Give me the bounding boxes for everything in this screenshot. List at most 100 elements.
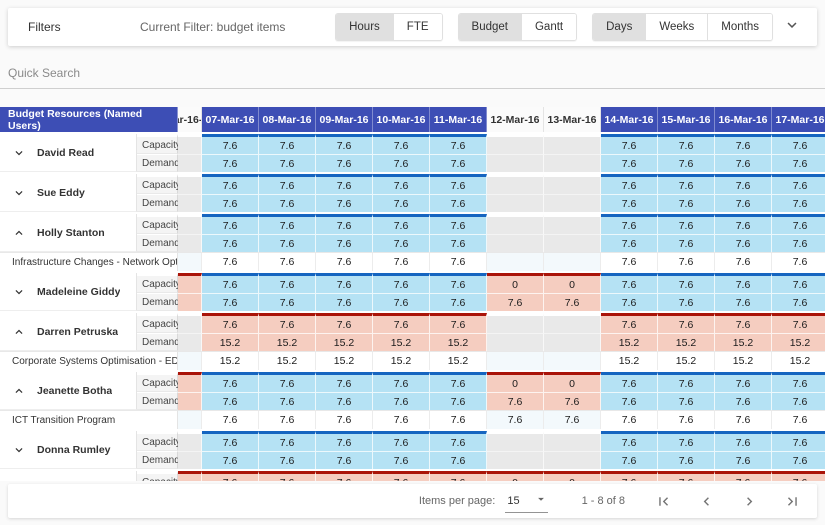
grid-cell: 7.6 bbox=[715, 431, 772, 451]
grid-cell: 7.6 bbox=[715, 372, 772, 392]
grid-cell: 7.6 bbox=[544, 392, 601, 410]
toggle-days[interactable]: Days bbox=[593, 14, 646, 40]
toggle-months[interactable]: Months bbox=[708, 14, 772, 40]
grid-cell: 7.6 bbox=[430, 392, 487, 410]
grid-cell bbox=[178, 293, 202, 311]
grid-cell: 7.6 bbox=[430, 214, 487, 234]
resource-data: Capacity7.67.67.67.67.67.67.67.67.6Deman… bbox=[137, 214, 825, 252]
grid-cell: 7.6 bbox=[715, 154, 772, 172]
grid-cell: 7.6 bbox=[772, 410, 825, 429]
resource-group-holly-stanton: Holly StantonCapacity7.67.67.67.67.67.67… bbox=[0, 214, 825, 252]
chevron-up-icon[interactable] bbox=[12, 384, 26, 398]
grid-cell: 7.6 bbox=[772, 134, 825, 154]
grid-cell: 7.6 bbox=[430, 431, 487, 451]
chevron-down-icon[interactable] bbox=[12, 285, 26, 299]
grid-cell bbox=[178, 451, 202, 469]
first-page-icon[interactable] bbox=[655, 493, 672, 510]
toggle-weeks[interactable]: Weeks bbox=[646, 14, 708, 40]
dropdown-arrow-icon bbox=[534, 492, 548, 511]
grid-cell bbox=[178, 471, 202, 481]
grid-cell: 15.2 bbox=[316, 351, 373, 370]
grid-cell: 7.6 bbox=[259, 174, 316, 194]
grid-cell: 7.6 bbox=[601, 471, 658, 481]
resource-group-darren-petruska: Darren PetruskaCapacity7.67.67.67.67.67.… bbox=[0, 313, 825, 351]
grid-cell bbox=[178, 134, 202, 154]
resource-row-holly-stanton[interactable]: Holly Stanton bbox=[0, 214, 137, 252]
previous-page-icon[interactable] bbox=[698, 493, 715, 510]
grid-cell: 7.6 bbox=[430, 234, 487, 252]
grid-cell bbox=[178, 154, 202, 172]
resource-row-donna-rumley[interactable]: Donna Rumley bbox=[0, 431, 137, 469]
grid-cell: 7.6 bbox=[601, 154, 658, 172]
grid-cell: 7.6 bbox=[772, 174, 825, 194]
last-page-icon[interactable] bbox=[784, 493, 801, 510]
resource-row-david-rich[interactable]: David Rich bbox=[0, 471, 137, 481]
grid-cell: 7.6 bbox=[430, 293, 487, 311]
grid-cell bbox=[178, 174, 202, 194]
chevron-down-icon[interactable] bbox=[12, 146, 26, 160]
grid-cell: 7.6 bbox=[259, 214, 316, 234]
grid-cell bbox=[544, 194, 601, 212]
grid-cell: 7.6 bbox=[259, 471, 316, 481]
grid-cell: 7.6 bbox=[259, 451, 316, 469]
grid-cell: 7.6 bbox=[316, 154, 373, 172]
grid-cell bbox=[487, 252, 544, 271]
grid-cell bbox=[544, 214, 601, 234]
grid-cell: 7.6 bbox=[202, 252, 259, 271]
grid-cell bbox=[544, 134, 601, 154]
grid-cell bbox=[487, 234, 544, 252]
column-header-08-mar-16: 08-Mar-16 bbox=[259, 107, 316, 132]
resource-row-jeanette-botha[interactable]: Jeanette Botha bbox=[0, 372, 137, 410]
units-toggle-group: HoursFTE bbox=[335, 13, 442, 41]
grid-cell: 7.6 bbox=[601, 313, 658, 333]
column-header-17-mar-16: 17-Mar-16 bbox=[772, 107, 825, 132]
chevron-up-icon[interactable] bbox=[12, 325, 26, 339]
demand-row: Demand7.67.67.67.67.67.67.67.67.6 bbox=[137, 234, 825, 252]
demand-label: Demand bbox=[137, 392, 178, 410]
toggle-gantt[interactable]: Gantt bbox=[522, 14, 576, 40]
project-name: Infrastructure Changes - Network Optimis… bbox=[0, 252, 178, 271]
capacity-label: Capacity bbox=[137, 471, 178, 481]
toggle-fte[interactable]: FTE bbox=[394, 14, 442, 40]
items-per-page-select[interactable]: 15 bbox=[505, 490, 547, 513]
grid-cell: 7.6 bbox=[601, 372, 658, 392]
chevron-up-icon[interactable] bbox=[12, 226, 26, 240]
grid-cell: 7.6 bbox=[316, 410, 373, 429]
capacity-row: Capacity7.67.67.67.67.67.67.67.67.6 bbox=[137, 313, 825, 333]
grid-cell: 7.6 bbox=[202, 174, 259, 194]
resource-row-sue-eddy[interactable]: Sue Eddy bbox=[0, 174, 137, 212]
toolbar-expand-button[interactable] bbox=[783, 16, 801, 39]
grid-cell: 7.6 bbox=[259, 273, 316, 293]
resource-row-madeleine-giddy[interactable]: Madeleine Giddy bbox=[0, 273, 137, 311]
grid-cell bbox=[178, 333, 202, 351]
toggle-hours[interactable]: Hours bbox=[336, 14, 394, 40]
resource-row-david-read[interactable]: David Read bbox=[0, 134, 137, 172]
grid-cell: 7.6 bbox=[772, 194, 825, 212]
grid-cell: 15.2 bbox=[259, 351, 316, 370]
grid-cell: 15.2 bbox=[601, 333, 658, 351]
chevron-down-icon[interactable] bbox=[12, 186, 26, 200]
resource-data: Capacity7.67.67.67.67.67.67.67.67.6Deman… bbox=[137, 134, 825, 172]
chevron-down-icon[interactable] bbox=[12, 443, 26, 457]
grid-cell: 7.6 bbox=[544, 410, 601, 429]
toolbar: Filters Current Filter: budget items Hou… bbox=[8, 8, 817, 46]
demand-row: Demand7.67.67.67.67.67.67.67.67.6 bbox=[137, 154, 825, 172]
toggle-budget[interactable]: Budget bbox=[459, 14, 522, 40]
grid-cell: 7.6 bbox=[202, 234, 259, 252]
grid-cell: 7.6 bbox=[430, 252, 487, 271]
resource-row-darren-petruska[interactable]: Darren Petruska bbox=[0, 313, 137, 351]
grid-cell: 7.6 bbox=[202, 471, 259, 481]
quick-search-input[interactable] bbox=[0, 57, 825, 88]
column-header-11-mar-16: 11-Mar-16 bbox=[430, 107, 487, 132]
capacity-row: Capacity7.67.67.67.67.67.67.67.67.6 bbox=[137, 134, 825, 154]
grid-cell: 0 bbox=[544, 471, 601, 481]
grid-cell bbox=[487, 154, 544, 172]
grid-cell: 7.6 bbox=[259, 194, 316, 212]
resource-name: Sue Eddy bbox=[37, 187, 85, 199]
grid-cell: 7.6 bbox=[715, 234, 772, 252]
grid-cell: 7.6 bbox=[658, 134, 715, 154]
grid-cell: 7.6 bbox=[772, 234, 825, 252]
grid-cell: 0 bbox=[544, 273, 601, 293]
next-page-icon[interactable] bbox=[741, 493, 758, 510]
project-name: ICT Transition Program bbox=[0, 410, 178, 429]
